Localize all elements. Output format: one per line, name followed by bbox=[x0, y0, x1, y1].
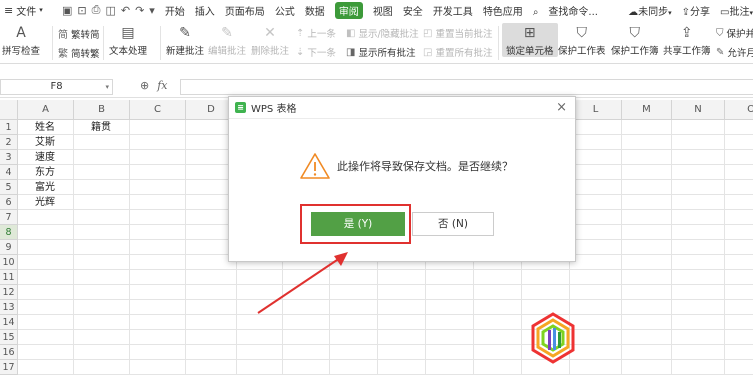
annotation-arrow bbox=[257, 252, 348, 314]
watermark-logo bbox=[531, 312, 575, 364]
